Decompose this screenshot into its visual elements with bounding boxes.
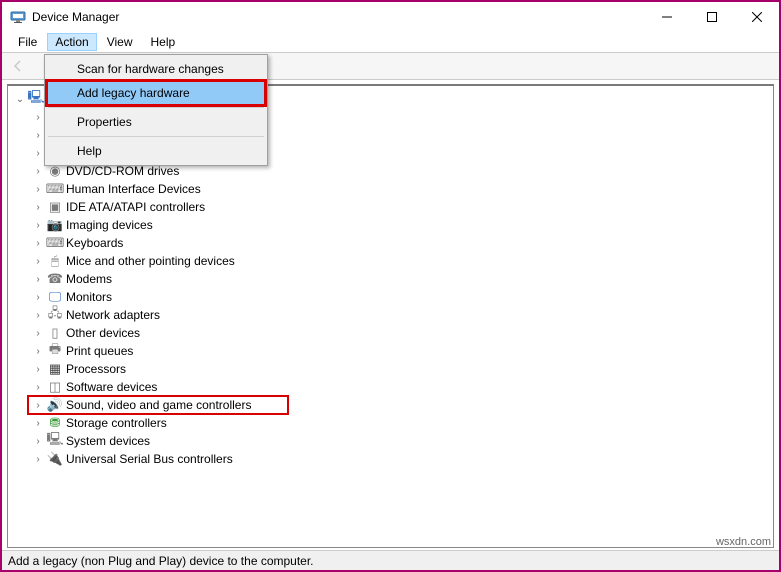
category-label: System devices [66, 434, 150, 448]
category-icon: 🔊 [47, 397, 63, 413]
tree-category[interactable]: ›⌨Human Interface Devices [14, 180, 773, 198]
window-title: Device Manager [32, 10, 119, 24]
title-bar: Device Manager [2, 2, 779, 32]
chevron-right-icon[interactable]: › [32, 453, 44, 465]
category-icon: 🖶 [47, 343, 63, 359]
tree-category[interactable]: ›⛃Storage controllers [14, 414, 773, 432]
tree-category[interactable]: ›⌨Keyboards [14, 234, 773, 252]
tree-category[interactable]: ›🖳System devices [14, 432, 773, 450]
chevron-right-icon[interactable]: › [32, 291, 44, 303]
chevron-right-icon[interactable]: › [32, 147, 44, 159]
tree-category[interactable]: ›▣IDE ATA/ATAPI controllers [14, 198, 773, 216]
category-label: Sound, video and game controllers [66, 398, 251, 412]
chevron-right-icon[interactable]: › [32, 435, 44, 447]
category-icon: 🖵 [47, 289, 63, 305]
menu-action[interactable]: Action [47, 33, 96, 51]
category-label: Human Interface Devices [66, 182, 201, 196]
category-label: DVD/CD-ROM drives [66, 164, 179, 178]
category-label: Processors [66, 362, 126, 376]
category-icon: ☎ [47, 271, 63, 287]
chevron-right-icon[interactable]: › [32, 399, 44, 411]
category-icon: 📷 [47, 217, 63, 233]
status-bar: Add a legacy (non Plug and Play) device … [2, 550, 779, 570]
category-icon: 🖧 [47, 307, 63, 323]
menu-properties[interactable]: Properties [47, 110, 265, 134]
chevron-right-icon[interactable]: › [32, 183, 44, 195]
tree-category[interactable]: ›☎Modems [14, 270, 773, 288]
chevron-right-icon[interactable]: › [32, 345, 44, 357]
chevron-right-icon[interactable]: › [32, 363, 44, 375]
category-label: Keyboards [66, 236, 123, 250]
tree-category[interactable]: ›▯Other devices [14, 324, 773, 342]
menu-view[interactable]: View [99, 33, 141, 51]
category-label: Modems [66, 272, 112, 286]
chevron-right-icon[interactable]: › [32, 255, 44, 267]
chevron-right-icon[interactable]: › [32, 327, 44, 339]
maximize-button[interactable] [689, 2, 734, 31]
status-text: Add a legacy (non Plug and Play) device … [8, 554, 314, 568]
menu-scan-hardware[interactable]: Scan for hardware changes [47, 57, 265, 81]
menu-separator [48, 107, 264, 108]
tree-category[interactable]: ›🖱Mice and other pointing devices [14, 252, 773, 270]
chevron-right-icon[interactable]: › [32, 201, 44, 213]
app-icon [10, 9, 26, 25]
chevron-right-icon[interactable]: › [32, 111, 44, 123]
category-icon: ⌨ [47, 235, 63, 251]
category-label: Other devices [66, 326, 140, 340]
menu-file[interactable]: File [10, 33, 45, 51]
chevron-right-icon[interactable]: › [32, 129, 44, 141]
chevron-right-icon[interactable]: › [32, 309, 44, 321]
category-icon: 🖱 [47, 253, 63, 269]
action-dropdown: Scan for hardware changes Add legacy har… [44, 54, 268, 166]
category-icon: ▣ [47, 199, 63, 215]
category-icon: ⌨ [47, 181, 63, 197]
category-label: Imaging devices [66, 218, 153, 232]
category-label: Monitors [66, 290, 112, 304]
back-button [6, 55, 30, 77]
category-icon: ⛃ [47, 415, 63, 431]
category-icon: ▯ [47, 325, 63, 341]
tree-category[interactable]: ›🖵Monitors [14, 288, 773, 306]
category-label: Mice and other pointing devices [66, 254, 235, 268]
chevron-right-icon[interactable]: › [32, 417, 44, 429]
chevron-right-icon[interactable]: › [32, 219, 44, 231]
category-icon: ▦ [47, 361, 63, 377]
chevron-right-icon[interactable]: › [32, 273, 44, 285]
tree-category[interactable]: ›🔊Sound, video and game controllers [28, 396, 288, 414]
category-icon: 🔌 [47, 451, 63, 467]
chevron-right-icon[interactable]: › [32, 237, 44, 249]
category-icon: ◫ [47, 379, 63, 395]
close-button[interactable] [734, 2, 779, 31]
menu-add-legacy-hardware[interactable]: Add legacy hardware [47, 81, 265, 105]
minimize-button[interactable] [644, 2, 689, 31]
category-label: Software devices [66, 380, 157, 394]
tree-category[interactable]: ›🖶Print queues [14, 342, 773, 360]
menu-help[interactable]: Help [143, 33, 184, 51]
tree-category[interactable]: ›🔌Universal Serial Bus controllers [14, 450, 773, 468]
menu-bar: File Action View Help [2, 32, 779, 52]
category-label: Print queues [66, 344, 133, 358]
category-label: IDE ATA/ATAPI controllers [66, 200, 205, 214]
attribution-text: wsxdn.com [716, 536, 771, 548]
menu-separator [48, 136, 264, 137]
tree-category[interactable]: ›◫Software devices [14, 378, 773, 396]
computer-icon: 🖳 [28, 91, 44, 107]
category-icon: 🖳 [47, 433, 63, 449]
tree-category[interactable]: ›🖧Network adapters [14, 306, 773, 324]
category-label: Universal Serial Bus controllers [66, 452, 233, 466]
chevron-right-icon[interactable]: › [32, 381, 44, 393]
menu-help[interactable]: Help [47, 139, 265, 163]
tree-category[interactable]: ›▦Processors [14, 360, 773, 378]
category-label: Network adapters [66, 308, 160, 322]
category-label: Storage controllers [66, 416, 167, 430]
tree-category[interactable]: ›📷Imaging devices [14, 216, 773, 234]
chevron-right-icon[interactable]: › [32, 165, 44, 177]
chevron-down-icon[interactable]: ⌄ [14, 93, 26, 105]
